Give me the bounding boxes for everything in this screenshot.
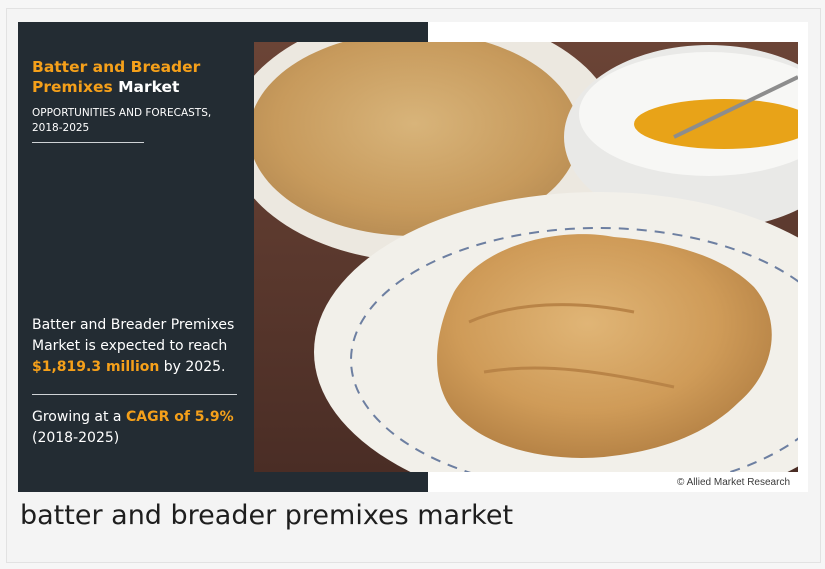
title-tail: Market [118, 78, 180, 96]
divider [32, 142, 144, 143]
infographic-title: Batter and Breader Premixes Market [32, 57, 252, 97]
growth-prefix: Growing at a [32, 409, 122, 425]
growth-statement: Growing at a CAGR of 5.9% (2018-2025) [32, 407, 272, 449]
food-photo [254, 42, 798, 472]
market-value: $1,819.3 million [32, 359, 160, 375]
growth-period: (2018-2025) [32, 430, 120, 446]
image-caption: batter and breader premixes market [20, 500, 514, 531]
title-highlight: Batter and Breader [32, 58, 201, 76]
copyright-credit: © Allied Market Research [677, 477, 790, 488]
stat-suffix: by 2025. [163, 359, 226, 375]
cagr-value: CAGR of 5.9% [125, 409, 234, 425]
stat-line-1: Batter and Breader Premixes [32, 317, 235, 333]
food-illustration [254, 42, 798, 472]
subtitle-line-2: 2018-2025 [32, 122, 90, 134]
market-size-statement: Batter and Breader Premixes Market is ex… [32, 315, 272, 378]
market-infographic: Batter and Breader Premixes Market OPPOR… [18, 22, 808, 492]
divider-2 [32, 394, 237, 395]
stat-line-2: Market is expected to reach [32, 338, 228, 354]
infographic-subtitle: OPPORTUNITIES AND FORECASTS, 2018-2025 [32, 106, 252, 136]
title-highlight-2: Premixes [32, 78, 113, 96]
subtitle-line-1: OPPORTUNITIES AND FORECASTS, [32, 107, 212, 119]
